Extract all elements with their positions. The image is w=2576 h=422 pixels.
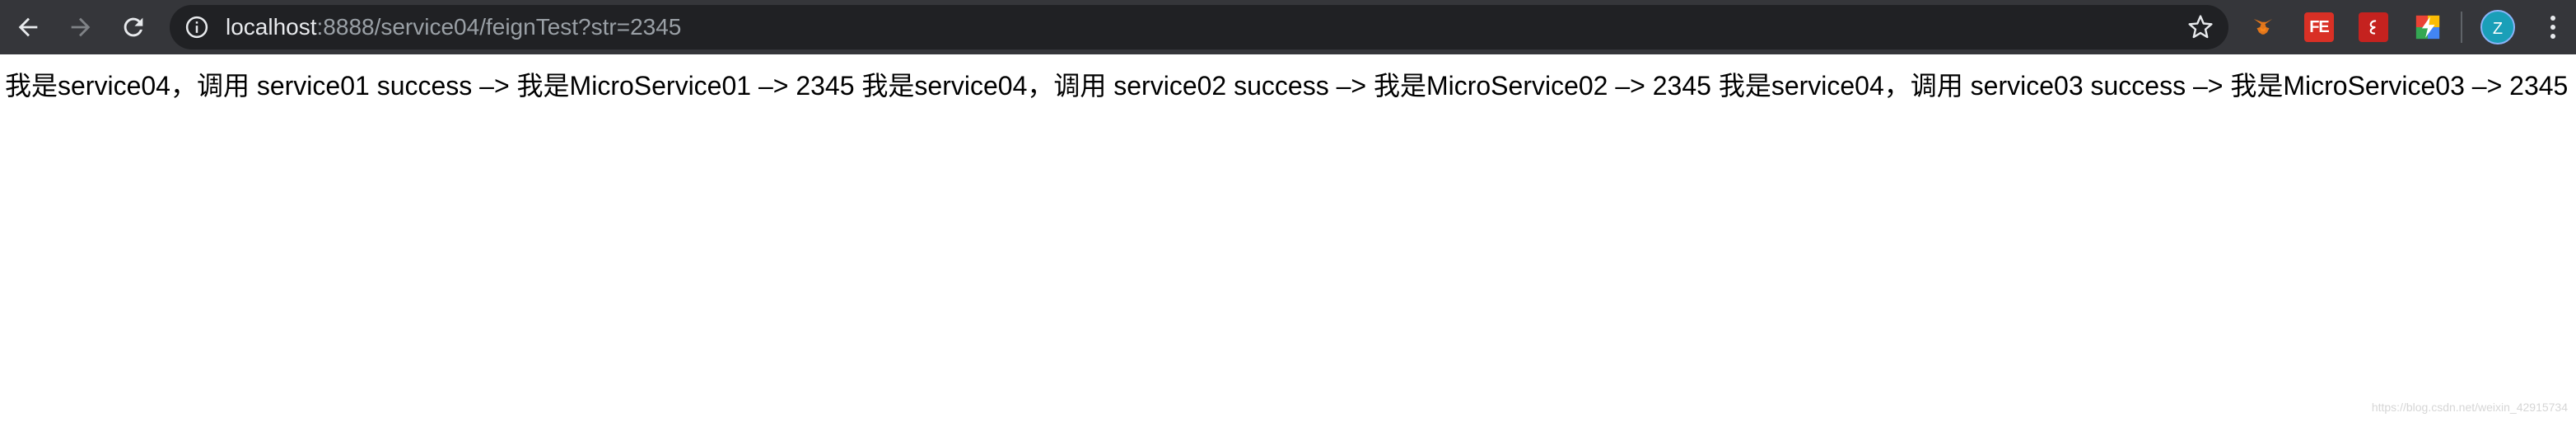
extension-metamask-icon[interactable] xyxy=(2248,12,2278,42)
info-icon[interactable] xyxy=(184,15,209,40)
lightning-icon xyxy=(2415,15,2440,40)
address-bar[interactable]: localhost:8888/service04/feignTest?str=2… xyxy=(170,5,2228,49)
swirl-icon xyxy=(2369,20,2377,35)
back-button[interactable] xyxy=(8,7,48,47)
response-text: 我是service04，调用 service01 success –> 我是Mi… xyxy=(5,71,2569,101)
url-host: localhost xyxy=(226,14,317,40)
browser-toolbar: localhost:8888/service04/feignTest?str=2… xyxy=(0,0,2576,54)
avatar[interactable]: Z xyxy=(2480,10,2515,45)
arrow-right-icon xyxy=(71,17,91,37)
url-path: :8888/service04/feignTest?str=2345 xyxy=(316,14,682,40)
url-text[interactable]: localhost:8888/service04/feignTest?str=2… xyxy=(226,5,681,49)
reload-icon xyxy=(124,17,143,37)
watermark: https://blog.csdn.net/weixin_42915734 xyxy=(2371,401,2568,414)
extension-fe-icon[interactable]: FE xyxy=(2304,12,2334,42)
fe-extension-label: FE xyxy=(2309,17,2330,36)
arrow-left-icon xyxy=(18,17,38,37)
fox-icon xyxy=(2253,19,2273,35)
extension-red-icon[interactable] xyxy=(2359,12,2388,42)
forward-button[interactable] xyxy=(61,7,100,47)
toolbar-divider xyxy=(2461,12,2462,43)
extension-colorful-icon[interactable] xyxy=(2413,12,2443,42)
star-icon[interactable] xyxy=(2187,14,2214,40)
kebab-menu-icon[interactable] xyxy=(2536,10,2569,45)
reload-button[interactable] xyxy=(114,7,153,47)
